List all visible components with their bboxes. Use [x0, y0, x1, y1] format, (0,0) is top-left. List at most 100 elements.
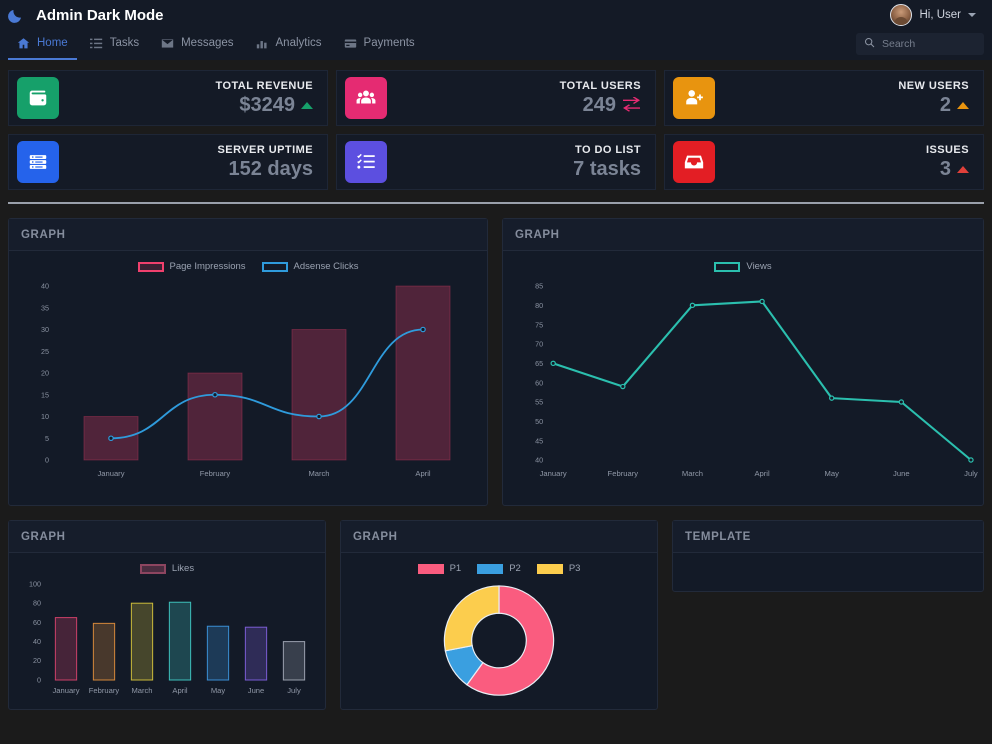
stat-card-server-uptime[interactable]: SERVER UPTIME 152 days	[8, 134, 328, 190]
legend-item[interactable]: Likes	[139, 563, 195, 574]
nav-item-tasks[interactable]: Tasks	[79, 30, 150, 56]
svg-text:70: 70	[535, 340, 543, 349]
stat-card-value-row: $3249	[215, 93, 313, 117]
legend-item[interactable]: Views	[714, 261, 772, 272]
swap-icon	[622, 96, 641, 114]
legend-label: P2	[509, 563, 521, 574]
stat-card-value: 249	[582, 94, 616, 116]
nav-item-label: Messages	[181, 37, 234, 49]
legend-item[interactable]: Page Impressions	[137, 261, 246, 272]
wallet-icon	[17, 77, 59, 119]
stat-cards-row-1: TOTAL REVENUE $3249 TOTAL USERS 249 NEW …	[8, 70, 984, 126]
svg-text:5: 5	[45, 434, 49, 443]
svg-text:100: 100	[29, 579, 41, 588]
legend-item[interactable]: P3	[536, 563, 580, 574]
svg-text:60: 60	[535, 378, 543, 387]
panel-header: GRAPH	[341, 521, 657, 553]
svg-text:July: July	[964, 469, 978, 478]
svg-text:May: May	[824, 469, 839, 478]
stat-card-text: NEW USERS 2	[898, 79, 969, 117]
stat-cards-row-2: SERVER UPTIME 152 days TO DO LIST 7 task…	[8, 134, 984, 190]
legend-item[interactable]: P1	[417, 563, 462, 574]
nav-item-label: Analytics	[275, 37, 322, 49]
top-navbar: Admin Dark Mode Hi, User Home Tasks Mess…	[0, 0, 992, 60]
inbox-icon	[673, 141, 715, 183]
svg-text:30: 30	[41, 325, 49, 334]
legend-swatch-p2	[477, 563, 504, 574]
stat-card-todo-list[interactable]: TO DO LIST 7 tasks	[336, 134, 656, 190]
svg-text:0: 0	[37, 675, 41, 684]
chart-bar-icon	[256, 37, 269, 50]
avatar	[890, 4, 913, 26]
svg-text:40: 40	[33, 637, 41, 646]
chevron-down-icon[interactable]	[968, 13, 976, 17]
svg-text:25: 25	[41, 347, 49, 356]
credit-card-icon	[344, 37, 357, 50]
chart-canvas-graph-1: 0 5 10 15 20 25 30 35 40 January February March Apri…	[13, 272, 483, 494]
envelope-icon	[161, 37, 174, 50]
svg-text:April: April	[754, 469, 770, 478]
panel-graph-4: GRAPH P1 P2 P3	[340, 520, 658, 710]
stat-card-value-row: 249	[560, 93, 641, 117]
user-greeting: Hi, User	[919, 9, 961, 21]
brand[interactable]: Admin Dark Mode	[8, 7, 164, 24]
chart-legend: Views	[507, 257, 979, 272]
svg-text:March: March	[682, 469, 703, 478]
navbar-upper-row: Admin Dark Mode Hi, User	[0, 0, 992, 30]
legend-item[interactable]: P2	[477, 563, 521, 574]
nav-item-analytics[interactable]: Analytics	[245, 30, 333, 56]
svg-text:July: July	[287, 686, 301, 695]
stat-card-value: 3	[939, 158, 951, 180]
stat-card-total-users[interactable]: TOTAL USERS 249	[336, 70, 656, 126]
trend-up-icon	[957, 165, 969, 173]
svg-text:75: 75	[535, 320, 543, 329]
stat-card-total-revenue[interactable]: TOTAL REVENUE $3249	[8, 70, 328, 126]
svg-text:50: 50	[535, 417, 543, 426]
panel-header: TEMPLATE	[673, 521, 983, 553]
stat-card-new-users[interactable]: NEW USERS 2	[664, 70, 984, 126]
home-icon	[17, 37, 30, 50]
user-menu[interactable]: Hi, User	[890, 4, 982, 26]
tasks-icon	[345, 141, 387, 183]
stat-card-value: $3249	[239, 94, 295, 116]
svg-text:55: 55	[535, 398, 543, 407]
svg-text:40: 40	[535, 456, 543, 465]
nav-item-home[interactable]: Home	[6, 30, 79, 60]
nav-item-messages[interactable]: Messages	[150, 30, 244, 56]
svg-text:February: February	[200, 469, 231, 478]
svg-text:March: March	[131, 686, 152, 695]
chart-canvas-graph-3: 0 20 40 60 80 100 January February March April May…	[13, 574, 321, 702]
moon-icon	[8, 7, 24, 23]
brand-title: Admin Dark Mode	[36, 6, 164, 24]
chart-legend: P1 P2 P3	[345, 559, 653, 574]
panel-graph-3: GRAPH Likes 0 20 40 60 80 100 January February M…	[8, 520, 326, 710]
chart-legend: Likes	[13, 559, 321, 574]
panel-title: GRAPH	[21, 530, 66, 543]
user-plus-icon	[673, 77, 715, 119]
list-icon	[89, 37, 103, 50]
stat-card-value-row: 3	[926, 157, 969, 181]
trend-up-icon	[957, 101, 969, 109]
nav-item-payments[interactable]: Payments	[333, 30, 426, 56]
svg-text:45: 45	[535, 436, 543, 445]
stat-card-issues[interactable]: ISSUES 3	[664, 134, 984, 190]
panel-header: GRAPH	[9, 521, 325, 553]
legend-item[interactable]: Adsense Clicks	[261, 261, 359, 272]
graphs-row-2: GRAPH Likes 0 20 40 60 80 100 January February M…	[8, 520, 984, 710]
stat-card-text: TOTAL USERS 249	[560, 79, 641, 117]
legend-label: P1	[449, 563, 462, 574]
svg-text:January: January	[540, 469, 567, 478]
panel-body: P1 P2 P3	[341, 553, 657, 709]
legend-swatch-adsense-clicks	[261, 261, 288, 272]
search-input[interactable]	[882, 38, 976, 50]
svg-text:15: 15	[41, 390, 49, 399]
stat-card-value-row: 2	[898, 93, 969, 117]
svg-text:February: February	[608, 469, 639, 478]
svg-text:April: April	[415, 469, 431, 478]
svg-text:40: 40	[41, 282, 49, 291]
legend-label: Page Impressions	[169, 261, 246, 272]
svg-text:January: January	[52, 686, 79, 695]
legend-label: Likes	[171, 563, 195, 574]
search-box[interactable]	[856, 33, 984, 55]
stat-card-text: TO DO LIST 7 tasks	[573, 143, 641, 181]
